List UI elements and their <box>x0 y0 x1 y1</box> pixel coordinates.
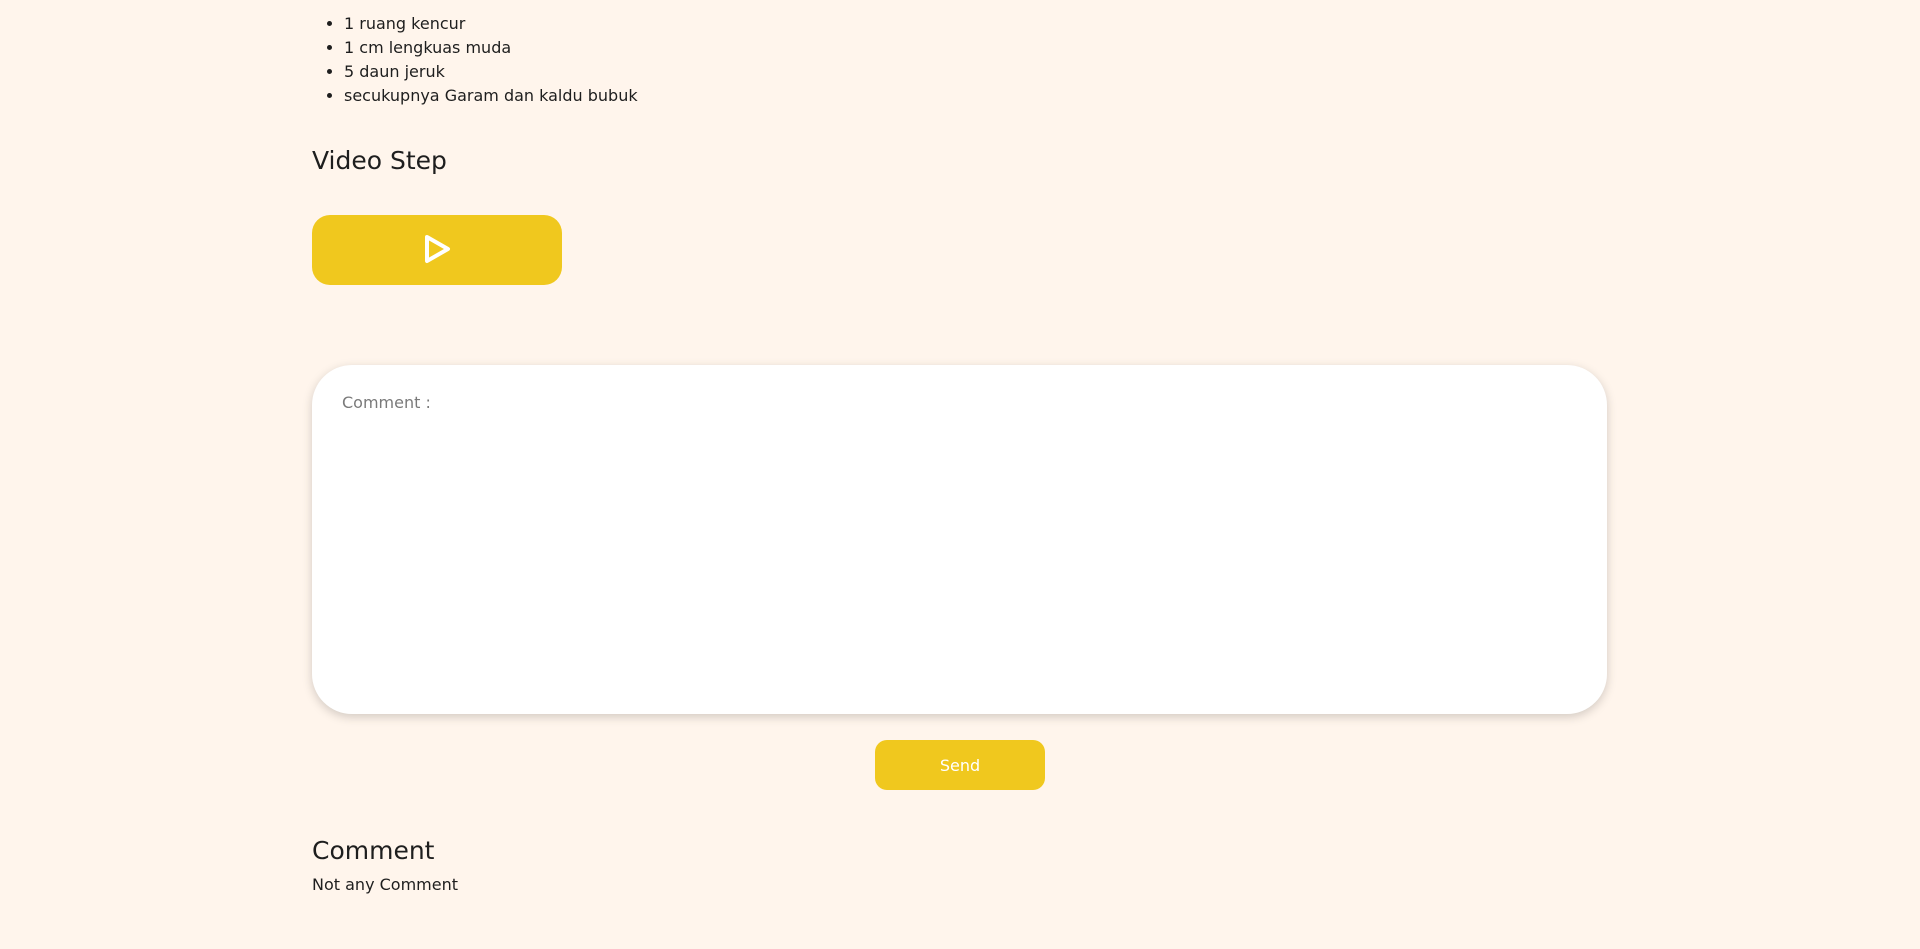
comment-box <box>312 365 1607 714</box>
recipe-page: 1 ruang kencur 1 cm lengkuas muda 5 daun… <box>0 0 1920 949</box>
comment-input[interactable] <box>342 393 1577 686</box>
video-step-title: Video Step <box>312 146 447 175</box>
list-item: secukupnya Garam dan kaldu bubuk <box>344 84 638 108</box>
comment-section-title: Comment <box>312 836 435 865</box>
list-item: 5 daun jeruk <box>344 60 638 84</box>
play-video-button[interactable] <box>312 215 562 285</box>
empty-comments-text: Not any Comment <box>312 875 459 894</box>
ingredient-list: 1 ruang kencur 1 cm lengkuas muda 5 daun… <box>312 0 638 108</box>
list-item: 1 ruang kencur <box>344 12 638 36</box>
play-icon <box>422 234 452 267</box>
list-item: 1 cm lengkuas muda <box>344 36 638 60</box>
send-button[interactable]: Send <box>875 740 1045 790</box>
